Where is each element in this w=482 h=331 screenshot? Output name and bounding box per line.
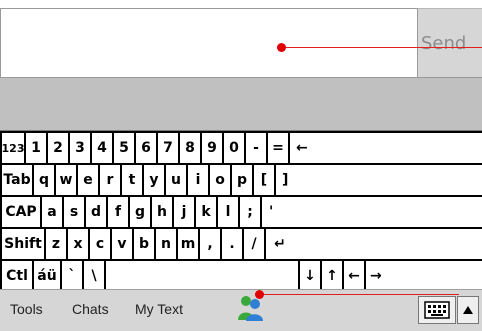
key-space[interactable] (104, 259, 298, 290)
key-p[interactable]: p (230, 163, 252, 195)
key-slash[interactable]: / (242, 227, 264, 259)
annotation-line-top (282, 47, 482, 48)
key-0[interactable]: 0 (222, 131, 244, 163)
key-accents[interactable]: áü (32, 259, 60, 290)
key-l[interactable]: l (216, 195, 238, 227)
key-n[interactable]: n (154, 227, 176, 259)
key-v[interactable]: v (110, 227, 132, 259)
annotation-dot-bottom (255, 290, 264, 299)
key-h[interactable]: h (150, 195, 172, 227)
key-c[interactable]: c (88, 227, 110, 259)
send-button-label: Send (421, 32, 467, 54)
key-down[interactable]: ↓ (298, 259, 320, 290)
key-equals[interactable]: = (266, 131, 288, 163)
key-j[interactable]: j (172, 195, 194, 227)
key-up[interactable]: ↑ (320, 259, 342, 290)
key-x[interactable]: x (66, 227, 88, 259)
key-open-bracket[interactable]: [ (252, 163, 274, 195)
key-ctl[interactable]: Ctl (0, 259, 32, 290)
key-q[interactable]: q (32, 163, 54, 195)
bottom-toolbar: Tools Chats My Text (0, 289, 482, 331)
key-8[interactable]: 8 (178, 131, 200, 163)
key-w[interactable]: w (54, 163, 76, 195)
send-button[interactable]: Send (418, 8, 482, 78)
key-123[interactable]: 123 (0, 131, 24, 163)
key-backtick[interactable]: ` (60, 259, 82, 290)
key-1[interactable]: 1 (24, 131, 46, 163)
key-u[interactable]: u (164, 163, 186, 195)
key-a[interactable]: a (40, 195, 62, 227)
key-backspace[interactable]: ← (288, 131, 482, 163)
key-enter[interactable]: ↵ (264, 227, 482, 259)
soft-keyboard: 123 1 2 3 4 5 6 7 8 9 0 - = ← Tab q w e … (0, 130, 482, 290)
key-s[interactable]: s (62, 195, 84, 227)
key-apostrophe[interactable]: ' (260, 195, 482, 227)
key-m[interactable]: m (176, 227, 198, 259)
separator-band (0, 78, 482, 130)
key-o[interactable]: o (208, 163, 230, 195)
key-left[interactable]: ← (342, 259, 364, 290)
key-period[interactable]: . (220, 227, 242, 259)
key-z[interactable]: z (44, 227, 66, 259)
key-shift[interactable]: Shift (0, 227, 44, 259)
key-5[interactable]: 5 (112, 131, 134, 163)
up-arrow-icon[interactable] (457, 296, 479, 324)
message-input[interactable] (0, 8, 418, 78)
key-backslash[interactable]: \ (82, 259, 104, 290)
key-r[interactable]: r (98, 163, 120, 195)
menu-my-text[interactable]: My Text (135, 301, 183, 317)
key-caps[interactable]: CAP (0, 195, 40, 227)
key-b[interactable]: b (132, 227, 154, 259)
key-tab[interactable]: Tab (0, 163, 32, 195)
key-f[interactable]: f (106, 195, 128, 227)
key-right[interactable]: → (364, 259, 482, 290)
key-i[interactable]: i (186, 163, 208, 195)
key-7[interactable]: 7 (156, 131, 178, 163)
key-y[interactable]: y (142, 163, 164, 195)
key-semicolon[interactable]: ; (238, 195, 260, 227)
key-minus[interactable]: - (244, 131, 266, 163)
menu-chats[interactable]: Chats (72, 301, 109, 317)
annotation-line-bottom (259, 294, 459, 295)
key-g[interactable]: g (128, 195, 150, 227)
menu-tools[interactable]: Tools (10, 301, 43, 317)
key-d[interactable]: d (84, 195, 106, 227)
key-9[interactable]: 9 (200, 131, 222, 163)
key-t[interactable]: t (120, 163, 142, 195)
key-close-bracket[interactable]: ] (274, 163, 482, 195)
key-4[interactable]: 4 (90, 131, 112, 163)
key-2[interactable]: 2 (46, 131, 68, 163)
annotation-dot-top (277, 43, 286, 52)
key-comma[interactable]: , (198, 227, 220, 259)
keyboard-icon[interactable] (418, 296, 456, 324)
key-3[interactable]: 3 (68, 131, 90, 163)
key-e[interactable]: e (76, 163, 98, 195)
key-6[interactable]: 6 (134, 131, 156, 163)
key-k[interactable]: k (194, 195, 216, 227)
